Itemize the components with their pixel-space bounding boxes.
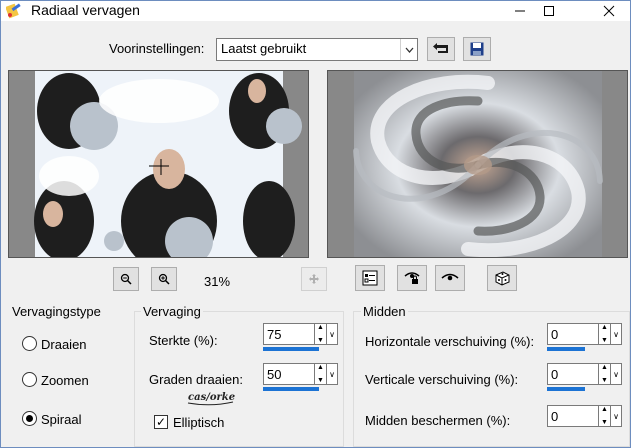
protect-center-spinner[interactable]: 0 ▲ ▼ ∨ (547, 405, 622, 434)
v-offset-label: Verticale verschuiving (%): (365, 372, 519, 387)
spin-up-icon[interactable]: ▲ (317, 364, 324, 371)
chevron-down-icon: ∨ (329, 329, 335, 339)
zoom-out-button[interactable] (113, 267, 139, 291)
dialog-window: Radiaal vervagen Voorinstellingen: Laats… (0, 0, 631, 448)
spin-up-icon[interactable]: ▲ (601, 406, 608, 413)
watermark-signature: cas/orke (187, 392, 235, 406)
source-preview[interactable] (8, 70, 309, 258)
proof-button[interactable] (397, 265, 427, 291)
twist-spinner[interactable]: 50 ▲ ▼ ∨ (263, 363, 338, 392)
reset-preset-button[interactable] (427, 37, 455, 61)
presets-dropdown[interactable]: Laatst gebruikt (216, 38, 418, 61)
radio-spiraal-label[interactable]: Spiraal (41, 412, 81, 427)
pan-button[interactable] (301, 267, 327, 291)
twist-bar[interactable] (263, 387, 319, 391)
zoom-in-button[interactable] (151, 267, 177, 291)
center-heading: Midden (361, 304, 408, 319)
eye-lock-icon (404, 272, 420, 284)
protect-center-label: Midden beschermen (%): (365, 413, 511, 428)
h-offset-spinner[interactable]: 0 ▲ ▼ ∨ (547, 323, 622, 352)
strength-value: 75 (267, 327, 282, 342)
window-title: Radiaal vervagen (31, 2, 140, 18)
save-preset-button[interactable] (463, 37, 491, 61)
radio-zoomen[interactable] (22, 372, 37, 387)
result-preview (327, 70, 628, 258)
radio-draaien[interactable] (22, 336, 37, 351)
h-offset-value: 0 (551, 327, 559, 342)
strength-bar[interactable] (263, 347, 319, 351)
v-offset-dropdown[interactable]: ∨ (611, 363, 622, 385)
twist-label: Graden draaien: (149, 372, 243, 387)
undo-arrow-icon (433, 43, 448, 53)
zoom-level: 31% (204, 274, 231, 289)
strength-dropdown[interactable]: ∨ (327, 323, 338, 345)
minimize-icon (515, 10, 525, 12)
spin-up-icon[interactable]: ▲ (317, 324, 324, 331)
presets-label: Voorinstellingen: (109, 41, 205, 56)
strength-updown[interactable]: ▲ ▼ (315, 323, 327, 345)
radio-zoomen-label[interactable]: Zoomen (41, 373, 89, 388)
chevron-down-icon: ∨ (613, 329, 619, 339)
spin-down-icon[interactable]: ▼ (317, 337, 324, 344)
chevron-down-icon[interactable] (400, 39, 417, 60)
result-image (353, 71, 603, 257)
v-offset-updown[interactable]: ▲ ▼ (599, 363, 611, 385)
elliptical-label[interactable]: Elliptisch (173, 415, 224, 430)
twist-dropdown[interactable]: ∨ (327, 363, 338, 385)
v-offset-bar[interactable] (547, 387, 585, 391)
spin-up-icon[interactable]: ▲ (601, 364, 608, 371)
auto-proof-button[interactable] (435, 265, 465, 291)
v-offset-spinner[interactable]: 0 ▲ ▼ ∨ (547, 363, 622, 392)
h-offset-bar[interactable] (547, 347, 585, 351)
elliptical-checkbox[interactable]: ✓ (154, 415, 168, 429)
app-icon (6, 3, 21, 19)
close-icon (603, 5, 615, 17)
close-button[interactable] (587, 1, 630, 21)
save-icon (470, 42, 484, 56)
blur-heading: Vervaging (141, 304, 203, 319)
strength-label: Sterkte (%): (149, 333, 218, 348)
h-offset-dropdown[interactable]: ∨ (611, 323, 622, 345)
twist-value: 50 (267, 367, 282, 382)
twist-input[interactable]: 50 (263, 363, 315, 385)
zoom-out-icon (120, 273, 132, 285)
dice-icon (495, 271, 510, 286)
h-offset-label: Horizontale verschuiving (%): (365, 334, 535, 349)
checkmark-icon: ✓ (155, 415, 167, 429)
spin-down-icon[interactable]: ▼ (601, 419, 608, 426)
chevron-down-icon: ∨ (613, 411, 619, 421)
title-bar: Radiaal vervagen (1, 1, 630, 21)
spin-down-icon[interactable]: ▼ (601, 337, 608, 344)
chevron-down-icon: ∨ (613, 369, 619, 379)
chevron-down-icon: ∨ (329, 369, 335, 379)
protect-center-dropdown[interactable]: ∨ (611, 405, 622, 427)
eye-icon (441, 273, 459, 281)
spin-down-icon[interactable]: ▼ (317, 377, 324, 384)
protect-center-value: 0 (551, 409, 559, 424)
strength-spinner[interactable]: 75 ▲ ▼ ∨ (263, 323, 338, 352)
v-offset-input[interactable]: 0 (547, 363, 599, 385)
protect-center-updown[interactable]: ▲ ▼ (599, 405, 611, 427)
toggle-preview-button[interactable] (355, 265, 385, 291)
presets-value: Laatst gebruikt (221, 41, 307, 56)
v-offset-value: 0 (551, 367, 559, 382)
twist-updown[interactable]: ▲ ▼ (315, 363, 327, 385)
maximize-button[interactable] (527, 1, 571, 21)
h-offset-input[interactable]: 0 (547, 323, 599, 345)
radio-draaien-label[interactable]: Draaien (41, 337, 87, 352)
svg-text:cas/orke: cas/orke (188, 392, 235, 403)
zoom-in-icon (158, 273, 170, 285)
preview-layout-icon (362, 270, 378, 286)
maximize-icon (544, 6, 554, 16)
h-offset-updown[interactable]: ▲ ▼ (599, 323, 611, 345)
blur-type-heading: Vervagingstype (10, 304, 103, 319)
spin-up-icon[interactable]: ▲ (601, 324, 608, 331)
move-icon (309, 274, 319, 284)
radio-spiraal[interactable] (22, 411, 37, 426)
source-image (34, 71, 302, 257)
protect-center-input[interactable]: 0 (547, 405, 599, 427)
randomize-button[interactable] (487, 265, 517, 291)
spin-down-icon[interactable]: ▼ (601, 377, 608, 384)
strength-input[interactable]: 75 (263, 323, 315, 345)
